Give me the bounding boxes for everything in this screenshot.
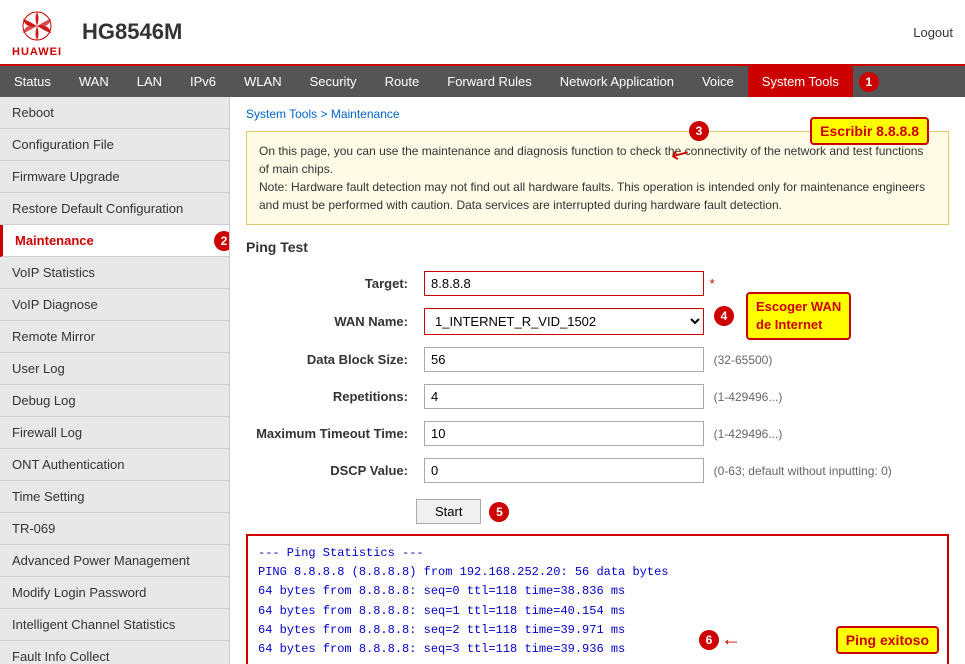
nav-voice[interactable]: Voice	[688, 66, 748, 97]
nav-route[interactable]: Route	[371, 66, 434, 97]
product-name: HG8546M	[82, 19, 913, 45]
annotation-badge-5: 5	[489, 502, 509, 522]
main-content: System Tools > Maintenance On this page,…	[230, 97, 965, 664]
sidebar-item-fault-info[interactable]: Fault Info Collect	[0, 641, 229, 664]
nav-wlan[interactable]: WLAN	[230, 66, 296, 97]
sidebar-item-reboot[interactable]: Reboot	[0, 97, 229, 129]
nav-security[interactable]: Security	[296, 66, 371, 97]
ping-test-title: Ping Test	[246, 239, 949, 255]
logout-button[interactable]: Logout	[913, 25, 953, 40]
sidebar-item-remote-mirror[interactable]: Remote Mirror	[0, 321, 229, 353]
arrow-ping: ←	[721, 628, 741, 651]
sidebar-item-firmware[interactable]: Firmware Upgrade	[0, 161, 229, 193]
repetitions-cell: (1-429496...)	[416, 378, 949, 415]
datablock-hint: (32-65500)	[714, 353, 773, 367]
nav-status[interactable]: Status	[0, 66, 65, 97]
huawei-logo	[13, 6, 61, 46]
wan-select[interactable]: 1_INTERNET_R_VID_1502	[424, 308, 704, 335]
target-cell: *	[416, 265, 949, 302]
dscp-input[interactable]	[424, 458, 704, 483]
wan-label: WAN Name:	[246, 302, 416, 341]
wan-row: WAN Name: 1_INTERNET_R_VID_1502 4 Escoge…	[246, 302, 949, 341]
ping-form: Target: * WAN Name: 1_INTERNET_R_VID_150…	[246, 265, 949, 489]
logo-area: HUAWEI	[12, 6, 62, 58]
breadcrumb-separator: >	[317, 107, 331, 121]
sidebar-item-channel-stats[interactable]: Intelligent Channel Statistics	[0, 609, 229, 641]
annotation-ping-exitoso: Ping exitoso	[836, 626, 939, 654]
timeout-label: Maximum Timeout Time:	[246, 415, 416, 452]
datablock-row: Data Block Size: (32-65500)	[246, 341, 949, 378]
annotation-escribir: Escribir 8.8.8.8	[810, 117, 929, 145]
annotation-badge-1: 1	[859, 72, 879, 92]
sidebar-item-voip-diag[interactable]: VoIP Diagnose	[0, 289, 229, 321]
datablock-input[interactable]	[424, 347, 704, 372]
info-text-2: Note: Hardware fault detection may not f…	[259, 180, 925, 212]
timeout-cell: (1-429496...)	[416, 415, 949, 452]
sidebar-item-power-mgmt[interactable]: Advanced Power Management	[0, 545, 229, 577]
sidebar-item-modify-password[interactable]: Modify Login Password	[0, 577, 229, 609]
brand-label: HUAWEI	[12, 46, 62, 58]
main-layout: Reboot Configuration File Firmware Upgra…	[0, 97, 965, 664]
breadcrumb-root: System Tools	[246, 107, 317, 121]
nav-lan[interactable]: LAN	[123, 66, 176, 97]
annotation-badge-6: 6	[699, 630, 719, 650]
dscp-label: DSCP Value:	[246, 452, 416, 489]
annotation-badge-4: 4	[714, 306, 734, 326]
sidebar-item-restore[interactable]: Restore Default Configuration	[0, 193, 229, 225]
timeout-row: Maximum Timeout Time: (1-429496...)	[246, 415, 949, 452]
datablock-cell: (32-65500)	[416, 341, 949, 378]
start-button[interactable]: Start	[416, 499, 481, 524]
target-label: Target:	[246, 265, 416, 302]
target-input[interactable]	[424, 271, 704, 296]
wan-cell: 1_INTERNET_R_VID_1502 4 Escoger WAN de I…	[416, 302, 949, 341]
nav-system-tools[interactable]: System Tools	[748, 66, 853, 97]
sidebar-item-config-file[interactable]: Configuration File	[0, 129, 229, 161]
sidebar-item-debug-log[interactable]: Debug Log	[0, 385, 229, 417]
dscp-row: DSCP Value: (0-63; default without input…	[246, 452, 949, 489]
sidebar-item-tr069[interactable]: TR-069	[0, 513, 229, 545]
datablock-label: Data Block Size:	[246, 341, 416, 378]
sidebar-item-ont-auth[interactable]: ONT Authentication	[0, 449, 229, 481]
sidebar-item-time-setting[interactable]: Time Setting	[0, 481, 229, 513]
timeout-hint: (1-429496...)	[714, 427, 783, 441]
info-text-1: On this page, you can use the maintenanc…	[259, 144, 923, 176]
repetitions-label: Repetitions:	[246, 378, 416, 415]
sidebar-item-voip-stats[interactable]: VoIP Statistics	[0, 257, 229, 289]
repetitions-hint: (1-429496...)	[714, 390, 783, 404]
sidebar-item-maintenance[interactable]: Maintenance	[0, 225, 229, 257]
nav-forward-rules[interactable]: Forward Rules	[433, 66, 546, 97]
annotation-badge-3: 3	[689, 121, 709, 141]
annotation-wan: Escoger WAN de Internet	[746, 292, 851, 340]
timeout-input[interactable]	[424, 421, 704, 446]
dscp-hint: (0-63; default without inputting: 0)	[714, 464, 892, 478]
target-required: *	[710, 276, 715, 291]
navbar: Status WAN LAN IPv6 WLAN Security Route …	[0, 66, 965, 97]
breadcrumb-current: Maintenance	[331, 107, 400, 121]
nav-network-app[interactable]: Network Application	[546, 66, 688, 97]
nav-wan[interactable]: WAN	[65, 66, 123, 97]
header: HUAWEI HG8546M Logout	[0, 0, 965, 66]
repetitions-input[interactable]	[424, 384, 704, 409]
dscp-cell: (0-63; default without inputting: 0)	[416, 452, 949, 489]
repetitions-row: Repetitions: (1-429496...)	[246, 378, 949, 415]
sidebar-item-user-log[interactable]: User Log	[0, 353, 229, 385]
nav-ipv6[interactable]: IPv6	[176, 66, 230, 97]
info-box: On this page, you can use the maintenanc…	[246, 131, 949, 225]
sidebar-item-firewall-log[interactable]: Firewall Log	[0, 417, 229, 449]
sidebar: Reboot Configuration File Firmware Upgra…	[0, 97, 230, 664]
annotation-badge-2: 2	[214, 231, 230, 251]
